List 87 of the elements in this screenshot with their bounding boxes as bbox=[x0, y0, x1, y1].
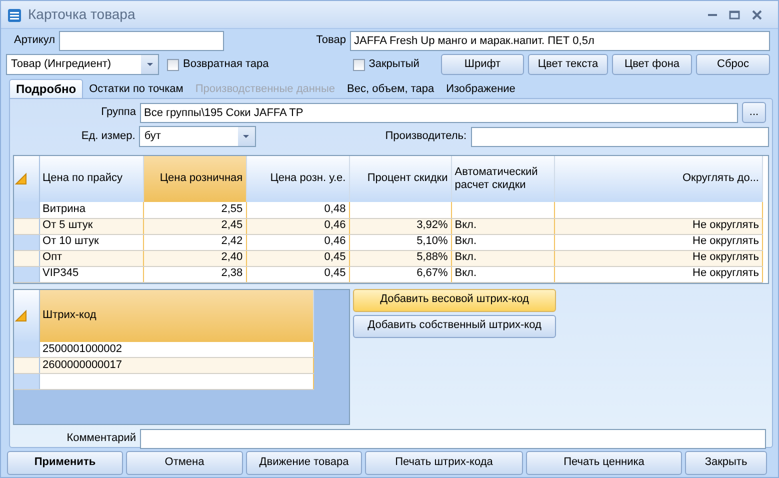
row-header[interactable] bbox=[14, 266, 40, 282]
style-button[interactable]: Цвет фона bbox=[612, 54, 692, 75]
action-button[interactable]: Печать штрих-кода bbox=[365, 451, 523, 475]
article-field[interactable] bbox=[59, 31, 224, 51]
group-field[interactable]: Все группы\195 Соки JAFFA TP bbox=[140, 102, 738, 122]
tab[interactable]: Подробно bbox=[9, 78, 84, 98]
field-label: Производитель: bbox=[384, 130, 467, 144]
table-cell: 5,10% bbox=[349, 234, 452, 250]
column-header[interactable]: Штрих-код bbox=[39, 290, 314, 342]
barcode-button[interactable]: Добавить собственный штрих-код bbox=[353, 314, 556, 338]
table-cell: 0,48 bbox=[246, 202, 350, 218]
table-cell: 2,45 bbox=[143, 218, 246, 234]
checkbox[interactable]: Закрытый bbox=[352, 58, 420, 72]
table-cell: 3,92% bbox=[349, 218, 452, 234]
checkbox[interactable]: Возвратная тара bbox=[167, 58, 269, 72]
table-cell: 0,45 bbox=[246, 266, 350, 282]
row-header[interactable] bbox=[14, 374, 39, 390]
field-label: Артикул bbox=[14, 34, 56, 48]
table-cell: VIP345 bbox=[39, 266, 144, 282]
sort-indicator-icon bbox=[14, 308, 28, 322]
column-header[interactable]: Округлять до... bbox=[554, 156, 762, 202]
action-button[interactable]: Применить bbox=[7, 451, 123, 475]
dropdown-arrow-icon bbox=[146, 62, 154, 67]
style-button[interactable]: Сброс bbox=[696, 54, 770, 75]
table-cell: 2,40 bbox=[143, 250, 246, 266]
table-cell: 2,42 bbox=[143, 234, 246, 250]
row-header[interactable] bbox=[14, 202, 40, 218]
table-cell: Вкл. bbox=[451, 250, 554, 266]
barcode-button[interactable]: Добавить весовой штрих-код bbox=[353, 288, 556, 312]
field-label: Группа bbox=[100, 106, 136, 120]
table-cell: Вкл. bbox=[451, 218, 554, 234]
table-cell: 2,38 bbox=[143, 266, 246, 282]
minimize-icon bbox=[708, 14, 717, 16]
type-dropdown[interactable]: Товар (Ингредиент) bbox=[6, 54, 159, 75]
table-cell: 6,67% bbox=[349, 266, 452, 282]
tab[interactable]: Изображение bbox=[440, 80, 522, 98]
row-header[interactable] bbox=[14, 342, 39, 358]
close-icon bbox=[752, 10, 762, 20]
field-label: Комментарий bbox=[66, 432, 136, 446]
table-cell: 0,46 bbox=[246, 234, 350, 250]
table-cell: 0,45 bbox=[246, 250, 350, 266]
action-button[interactable]: Печать ценника bbox=[526, 451, 682, 475]
column-header[interactable]: Цена по прайсу bbox=[39, 156, 144, 202]
row-header[interactable] bbox=[14, 358, 39, 374]
field-label: Товар bbox=[316, 34, 346, 48]
table-cell: От 10 штук bbox=[39, 234, 144, 250]
unit-dropdown[interactable]: бут bbox=[139, 126, 256, 147]
table-cell: Витрина bbox=[39, 202, 144, 218]
close-button[interactable] bbox=[752, 10, 762, 20]
table-cell: Опт bbox=[39, 250, 144, 266]
action-button[interactable]: Закрыть bbox=[685, 451, 767, 475]
action-button[interactable]: Движение товара bbox=[246, 451, 362, 475]
comment-field[interactable] bbox=[140, 428, 766, 448]
table-cell: 0,46 bbox=[246, 218, 350, 234]
column-header[interactable]: Процент скидки bbox=[349, 156, 452, 202]
style-button[interactable]: Шрифт bbox=[441, 54, 524, 75]
browse-button[interactable]: ... bbox=[742, 102, 766, 123]
row-header[interactable] bbox=[14, 218, 40, 234]
table-cell: 2,55 bbox=[143, 202, 246, 218]
action-button[interactable]: Отмена bbox=[126, 451, 243, 475]
table-cell: От 5 штук bbox=[39, 218, 144, 234]
field-label: Ед. измер. bbox=[80, 130, 136, 144]
row-header[interactable] bbox=[14, 234, 40, 250]
column-header[interactable]: Цена розн. у.е. bbox=[246, 156, 350, 202]
table-cell: Вкл. bbox=[451, 234, 554, 250]
table-cell: Вкл. bbox=[451, 266, 554, 282]
table-cell: 2600000000017 bbox=[39, 358, 314, 374]
app-icon bbox=[7, 6, 22, 22]
window-title: Карточка товара bbox=[28, 6, 136, 23]
sort-indicator-icon bbox=[14, 172, 28, 186]
column-header[interactable]: Цена розничная bbox=[143, 156, 246, 202]
new-row-cell[interactable] bbox=[39, 374, 314, 390]
table-cell: Не округлять bbox=[554, 266, 762, 282]
product-field[interactable]: JAFFA Fresh Up манго и марак.напит. ПЕТ 0,5л bbox=[350, 31, 770, 51]
table-cell: Не округлять bbox=[554, 218, 762, 234]
tab[interactable]: Остатки по точкам bbox=[83, 80, 190, 98]
table-cell: 5,88% bbox=[349, 250, 452, 266]
dropdown-arrow-icon bbox=[242, 134, 250, 139]
style-button[interactable]: Цвет текста bbox=[528, 54, 608, 75]
manufacturer-field[interactable] bbox=[470, 126, 769, 146]
row-header[interactable] bbox=[14, 250, 40, 266]
table-cell: Не округлять bbox=[554, 250, 762, 266]
column-header[interactable]: Автоматический расчет скидки bbox=[451, 156, 554, 202]
maximize-icon bbox=[729, 10, 740, 20]
maximize-button[interactable] bbox=[729, 10, 740, 20]
table-cell: Не округлять bbox=[554, 234, 762, 250]
tab[interactable]: Вес, объем, тара bbox=[341, 80, 440, 98]
